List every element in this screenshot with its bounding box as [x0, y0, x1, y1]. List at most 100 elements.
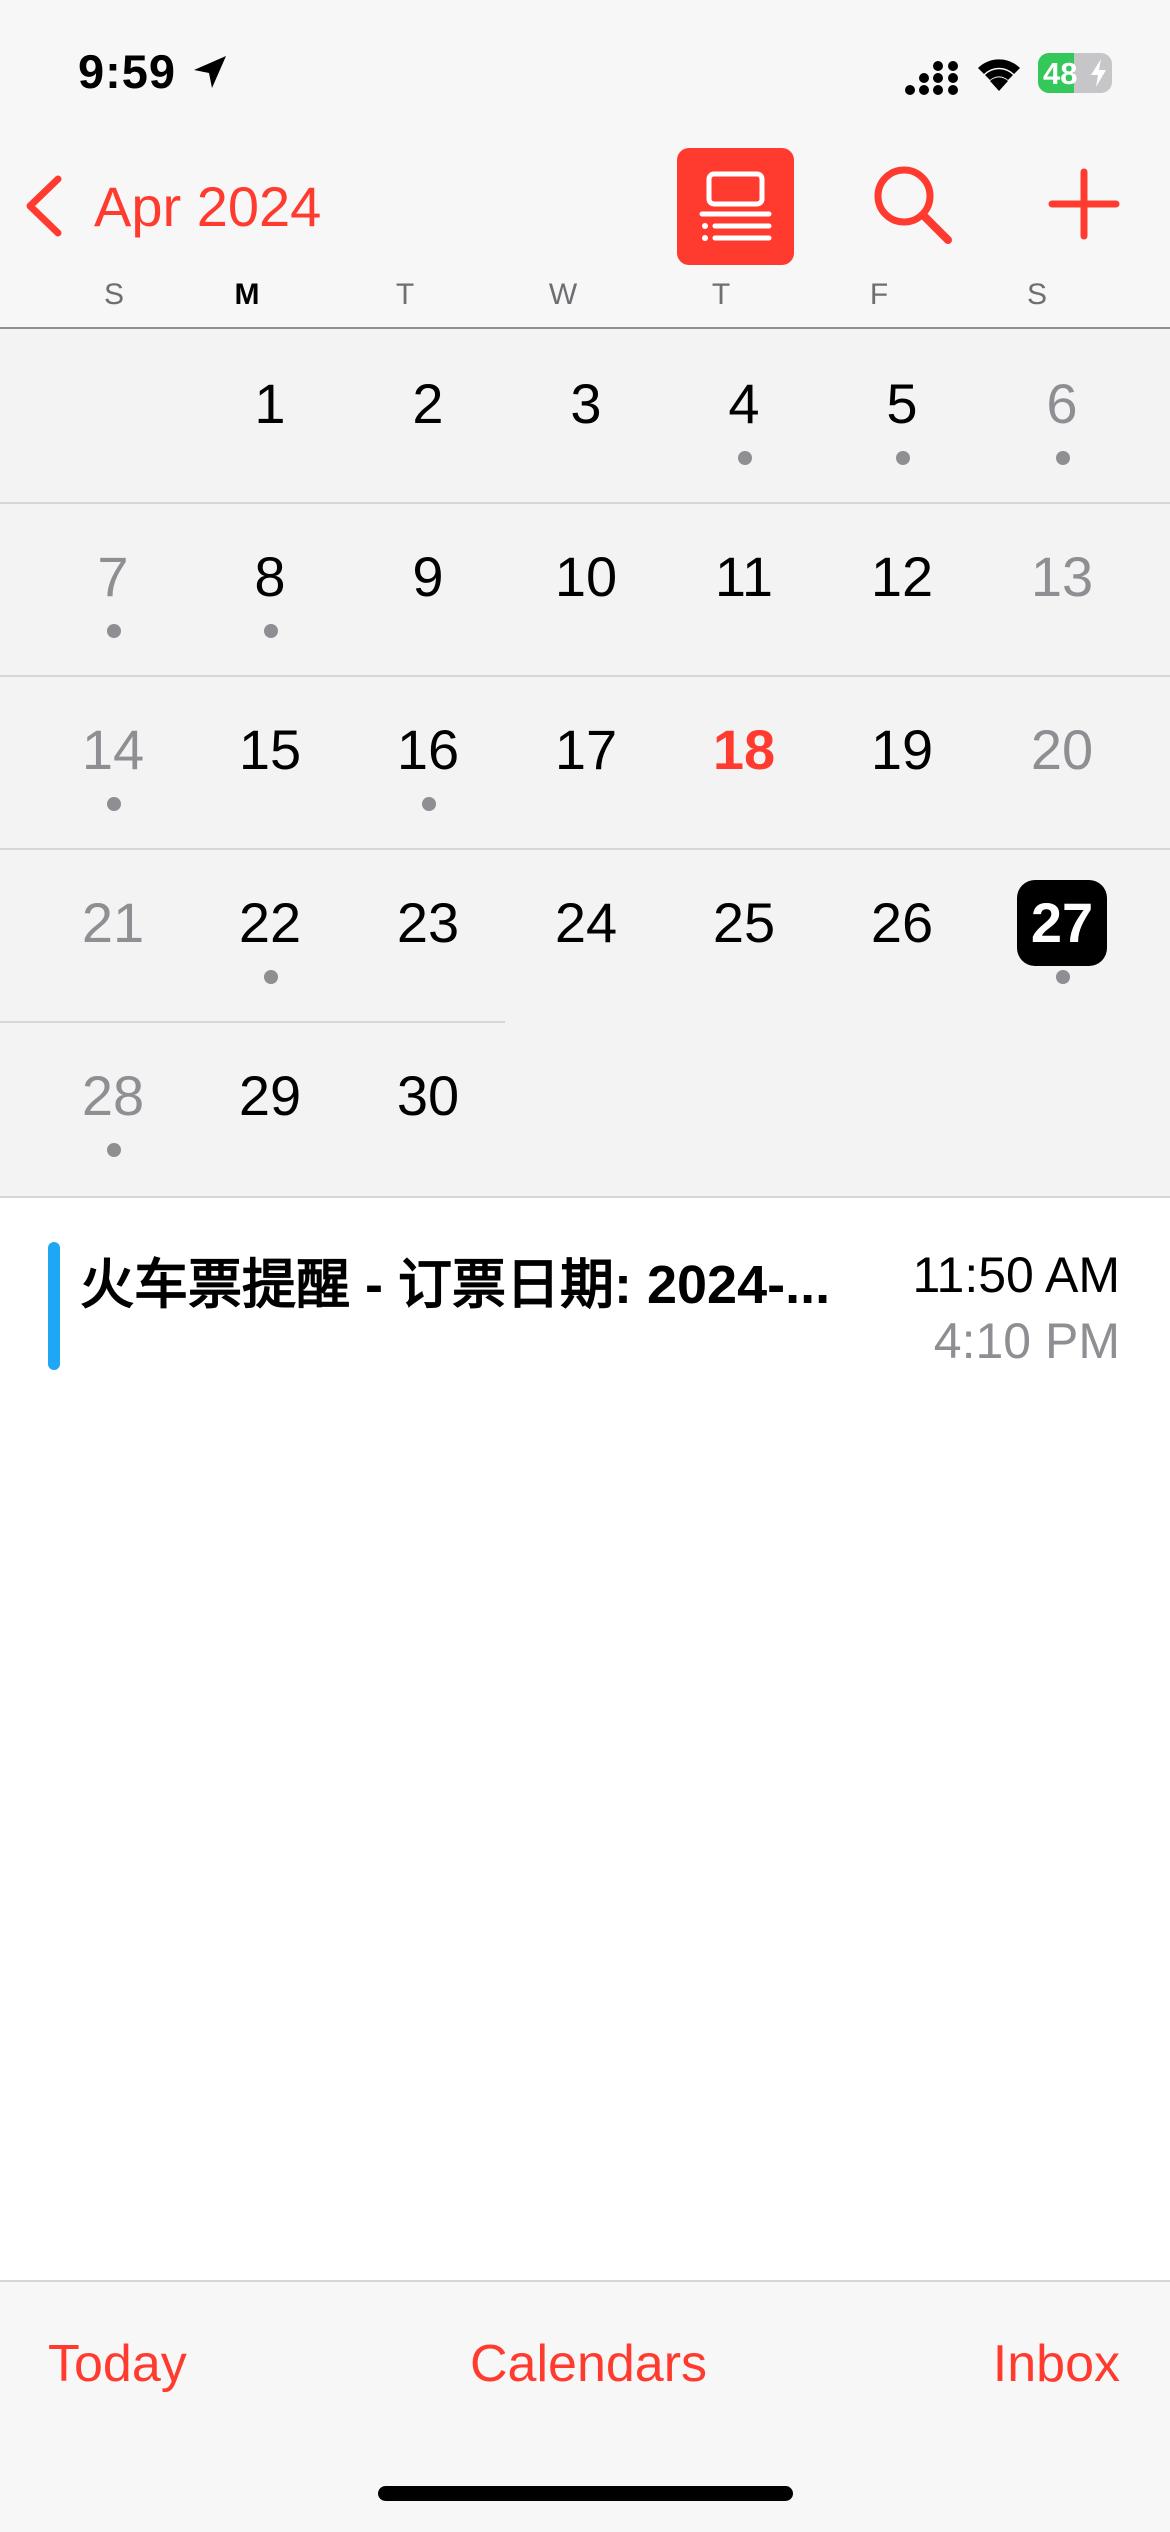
weekday-label: F — [869, 278, 889, 311]
event-title: 火车票提醒 - 订票日期: 2024-... — [80, 1255, 831, 1315]
search-icon[interactable] — [870, 162, 954, 246]
day-number: 20 — [1030, 718, 1094, 781]
day-cell-18[interactable]: 18 — [665, 675, 823, 848]
day-number: 10 — [554, 545, 618, 608]
weekday-label: T — [711, 278, 731, 311]
wifi-icon — [978, 59, 1020, 91]
event-indicator-dot — [1056, 970, 1070, 984]
event-end-time: 4:10 PM — [933, 1313, 1120, 1369]
day-number: 19 — [870, 718, 934, 781]
month-grid: 1 2 3 4 5 6 7 8 9 10 11 12 13 14 15 16 17 18 19 20 21 22 23 24 2… — [0, 329, 1170, 1197]
day-cell-8[interactable]: 8 — [191, 502, 349, 675]
day-number: 3 — [570, 372, 602, 435]
day-cell-22[interactable]: 22 — [191, 848, 349, 1021]
day-number: 16 — [396, 718, 460, 781]
event-indicator-dot — [107, 797, 121, 811]
event-indicator-dot — [264, 624, 278, 638]
day-cell-14[interactable]: 14 — [34, 675, 192, 848]
day-cell-16[interactable]: 16 — [349, 675, 507, 848]
day-cell-23[interactable]: 23 — [349, 848, 507, 1021]
day-cell-19[interactable]: 19 — [823, 675, 981, 848]
list-view-toggle-button[interactable] — [677, 148, 794, 265]
day-number: 28 — [81, 1064, 145, 1127]
day-cell-2[interactable]: 2 — [349, 329, 507, 502]
week-row: 28 29 30 — [0, 1021, 1170, 1194]
week-row: 14 15 16 17 18 19 20 — [0, 675, 1170, 848]
event-indicator-dot — [896, 451, 910, 465]
day-cell-13[interactable]: 13 — [983, 502, 1141, 675]
day-number: 12 — [870, 545, 934, 608]
day-cell-3[interactable]: 3 — [507, 329, 665, 502]
day-cell-17[interactable]: 17 — [507, 675, 665, 848]
day-number: 26 — [870, 891, 934, 954]
day-number: 9 — [412, 545, 444, 608]
cellular-signal-icon — [905, 61, 958, 95]
weekday-header: SMTWTFS — [0, 278, 1170, 326]
status-time: 9:59 — [78, 45, 177, 98]
day-number: 7 — [97, 545, 129, 608]
day-cell-7[interactable]: 7 — [34, 502, 192, 675]
day-cell-21[interactable]: 21 — [34, 848, 192, 1021]
day-number: 18 — [712, 718, 776, 781]
day-cell-9[interactable]: 9 — [349, 502, 507, 675]
day-cell-29[interactable]: 29 — [191, 1021, 349, 1194]
day-number: 1 — [254, 372, 286, 435]
day-number: 27 — [1017, 880, 1107, 966]
day-number: 5 — [886, 372, 918, 435]
day-cell-27[interactable]: 27 — [983, 848, 1141, 1021]
event-indicator-dot — [107, 624, 121, 638]
day-cell-5[interactable]: 5 — [823, 329, 981, 502]
day-cell-11[interactable]: 11 — [665, 502, 823, 675]
day-number: 4 — [728, 372, 760, 435]
today-button[interactable]: Today — [48, 2334, 187, 2394]
chevron-left-icon — [26, 175, 62, 237]
month-label: Apr 2024 — [94, 174, 322, 238]
day-number: 24 — [554, 891, 618, 954]
event-start-time: 11:50 AM — [912, 1247, 1120, 1303]
weekday-label: T — [395, 278, 415, 311]
day-number: 14 — [81, 718, 145, 781]
weekday-label: W — [548, 278, 578, 311]
event-indicator-dot — [422, 797, 436, 811]
battery-icon: 48 — [1038, 53, 1112, 93]
inbox-button[interactable]: Inbox — [993, 2334, 1120, 2394]
day-cell-25[interactable]: 25 — [665, 848, 823, 1021]
weekday-label: S — [1026, 278, 1047, 311]
day-cell-26[interactable]: 26 — [823, 848, 981, 1021]
home-indicator — [378, 2486, 793, 2501]
day-number: 11 — [714, 545, 774, 608]
top-bar: 9:59 48 Apr 2024 S M T W T F S — [0, 0, 1170, 327]
plus-icon[interactable] — [1048, 168, 1120, 240]
day-cell-28[interactable]: 28 — [34, 1021, 192, 1194]
event-item[interactable]: 火车票提醒 - 订票日期: 2024-... 11:50 AM 4:10 PM — [0, 1218, 1170, 1378]
day-number: 15 — [238, 718, 302, 781]
day-number: 8 — [254, 545, 286, 608]
list-view-icon — [699, 171, 772, 241]
week-row: 1 2 3 4 5 6 — [0, 329, 1170, 502]
day-number: 21 — [81, 891, 145, 954]
day-number: 17 — [554, 718, 618, 781]
week-row: 21 22 23 24 25 26 27 — [0, 848, 1170, 1021]
day-cell-1[interactable]: 1 — [191, 329, 349, 502]
weekday-label: S — [103, 278, 124, 311]
day-cell-30[interactable]: 30 — [349, 1021, 507, 1194]
grid-divider — [0, 1196, 1170, 1198]
battery-percentage: 48 — [1043, 56, 1078, 91]
day-number: 2 — [412, 372, 444, 435]
weekday-label: M — [234, 278, 260, 311]
day-cell-10[interactable]: 10 — [507, 502, 665, 675]
day-cell-6[interactable]: 6 — [983, 329, 1141, 502]
day-number: 22 — [238, 891, 302, 954]
day-cell-15[interactable]: 15 — [191, 675, 349, 848]
location-arrow-icon — [194, 56, 226, 88]
day-cell-12[interactable]: 12 — [823, 502, 981, 675]
event-indicator-dot — [738, 451, 752, 465]
day-number: 6 — [1046, 372, 1078, 435]
day-number: 29 — [238, 1064, 302, 1127]
calendars-button[interactable]: Calendars — [470, 2334, 707, 2394]
charging-bolt-icon — [1091, 59, 1106, 87]
day-cell-4[interactable]: 4 — [665, 329, 823, 502]
day-cell-24[interactable]: 24 — [507, 848, 665, 1021]
back-to-year-button[interactable]: Apr 2024 — [22, 168, 321, 244]
day-cell-20[interactable]: 20 — [983, 675, 1141, 848]
